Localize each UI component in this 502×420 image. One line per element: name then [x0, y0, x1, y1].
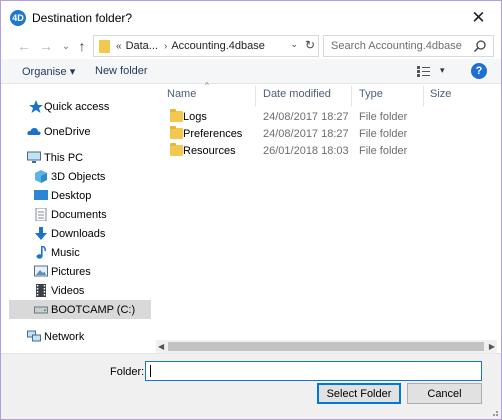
sidebar-item-this-pc[interactable]: This PC — [9, 148, 151, 167]
sidebar-item-music[interactable]: Music — [9, 243, 151, 262]
select-folder-button[interactable]: Select Folder — [317, 383, 401, 404]
folder-icon — [170, 109, 183, 122]
column-header-size[interactable]: Size — [430, 88, 451, 100]
up-arrow-icon[interactable]: ↑ — [73, 37, 91, 55]
destination-folder-dialog: 4D Destination folder? ✕ ← → ⌄ ↑ « Data.… — [0, 0, 502, 420]
breadcrumb-segment[interactable]: Accounting.4dbase — [171, 40, 265, 52]
file-date-modified: 24/08/2017 18:27 — [263, 128, 349, 140]
new-folder-button[interactable]: New folder — [95, 65, 148, 77]
organise-menu-button[interactable]: Organise ▾ — [22, 65, 75, 78]
sidebar-item-label: Music — [51, 246, 80, 259]
sidebar-item-label: Downloads — [51, 227, 106, 240]
sidebar-item-desktop[interactable]: Desktop — [9, 186, 151, 205]
sidebar-item-3d-objects[interactable]: 3D Objects — [9, 167, 151, 186]
file-date-modified: 26/01/2018 18:03 — [263, 145, 349, 157]
column-divider[interactable] — [351, 86, 352, 106]
table-row[interactable]: Resources 26/01/2018 18:03 File folder — [164, 143, 494, 160]
column-header-date-modified[interactable]: Date modified — [263, 88, 331, 100]
refresh-icon[interactable]: ↻ — [305, 38, 315, 52]
scroll-left-icon[interactable]: ◀ — [158, 340, 164, 353]
navigation-pane: Quick access OneDrive This PC 3D Objects — [9, 86, 153, 351]
address-overflow[interactable]: « — [116, 41, 122, 52]
help-icon[interactable]: ? — [471, 63, 487, 79]
column-header-type[interactable]: Type — [359, 88, 383, 100]
file-date-modified: 24/08/2017 18:27 — [263, 111, 349, 123]
sidebar-item-documents[interactable]: Documents — [9, 205, 151, 224]
documents-icon — [35, 208, 47, 221]
view-options-dropdown-icon[interactable]: ▾ — [440, 65, 445, 76]
scroll-right-icon[interactable]: ▶ — [489, 340, 495, 353]
text-caret — [150, 365, 151, 377]
breadcrumb-chevron-icon[interactable]: › — [164, 41, 167, 52]
close-button[interactable]: ✕ — [456, 1, 501, 34]
folder-label: Folder: — [110, 366, 145, 378]
sidebar-item-pictures[interactable]: Pictures — [9, 262, 151, 281]
sidebar-item-quick-access[interactable]: Quick access — [9, 97, 151, 116]
breadcrumb-segment[interactable]: Data... — [126, 40, 158, 52]
forward-arrow-icon[interactable]: → — [37, 37, 55, 55]
sidebar-item-onedrive[interactable]: OneDrive — [9, 122, 151, 141]
file-type: File folder — [359, 145, 408, 157]
download-icon — [35, 227, 47, 240]
column-divider[interactable] — [255, 86, 256, 106]
back-arrow-icon[interactable]: ← — [15, 37, 33, 55]
search-input[interactable]: Search Accounting.4dbase — [323, 35, 494, 57]
file-type: File folder — [359, 111, 408, 123]
file-name: Resources — [183, 145, 236, 157]
column-label: Name — [167, 88, 197, 100]
music-icon — [36, 246, 46, 259]
cloud-icon — [27, 127, 41, 135]
drive-icon — [34, 306, 48, 314]
search-placeholder: Search Accounting.4dbase — [331, 40, 462, 52]
view-options-icon[interactable] — [417, 66, 435, 77]
folder-field[interactable] — [145, 361, 482, 381]
star-icon — [29, 100, 43, 113]
app-4d-icon: 4D — [10, 10, 26, 26]
sidebar-item-label: This PC — [44, 151, 84, 164]
file-list: Name ^ Date modified Type Size Logs 24/0… — [158, 81, 499, 351]
sidebar-item-bootcamp-drive[interactable]: BOOTCAMP (C:) — [9, 300, 151, 319]
folder-icon — [99, 39, 110, 53]
sidebar-item-label: Videos — [51, 284, 85, 297]
column-divider[interactable] — [423, 86, 424, 106]
horizontal-scrollbar[interactable]: ◀ ▶ — [156, 340, 497, 353]
sidebar-item-downloads[interactable]: Downloads — [9, 224, 151, 243]
sidebar-item-label: Pictures — [51, 265, 91, 278]
sidebar-item-label: 3D Objects — [51, 170, 106, 183]
search-icon[interactable] — [473, 39, 487, 53]
sidebar-item-label: BOOTCAMP (C:) — [51, 303, 136, 316]
address-bar[interactable]: « Data... › Accounting.4dbase ⌄ ↻ — [93, 35, 319, 57]
sidebar-item-label: OneDrive — [44, 125, 91, 138]
cube-icon — [35, 170, 47, 183]
sidebar-item-network[interactable]: Network — [9, 327, 151, 346]
file-name: Logs — [183, 111, 207, 123]
dialog-footer: Folder: Select Folder Cancel — [1, 353, 501, 419]
scrollbar-thumb[interactable] — [168, 342, 484, 351]
table-row[interactable]: Preferences 24/08/2017 18:27 File folder — [164, 126, 494, 143]
pictures-icon — [34, 265, 48, 277]
file-type: File folder — [359, 128, 408, 140]
navigation-row: ← → ⌄ ↑ « Data... › Accounting.4dbase ⌄ … — [1, 34, 501, 58]
folder-icon — [170, 126, 183, 139]
sidebar-item-label: Desktop — [51, 189, 92, 202]
address-dropdown-icon[interactable]: ⌄ — [290, 39, 298, 50]
command-toolbar: Organise ▾ New folder ▾ ? — [1, 59, 501, 84]
cancel-button[interactable]: Cancel — [407, 383, 482, 404]
sidebar-item-videos[interactable]: Videos — [9, 281, 151, 300]
monitor-icon — [27, 151, 41, 163]
sidebar-item-label: Quick access — [44, 100, 110, 113]
sidebar-item-label: Documents — [51, 208, 107, 221]
file-name: Preferences — [183, 128, 243, 140]
network-icon — [27, 330, 41, 342]
folder-icon — [170, 143, 183, 156]
desktop-icon — [34, 190, 48, 200]
dialog-title: Destination folder? — [32, 11, 133, 25]
sidebar-item-label: Network — [44, 330, 85, 343]
sort-ascending-icon: ^ — [205, 81, 209, 90]
resize-grip-icon[interactable] — [489, 407, 499, 417]
title-bar: 4D Destination folder? ✕ — [1, 1, 501, 34]
videos-icon — [36, 284, 46, 297]
table-row[interactable]: Logs 24/08/2017 18:27 File folder — [164, 109, 494, 126]
